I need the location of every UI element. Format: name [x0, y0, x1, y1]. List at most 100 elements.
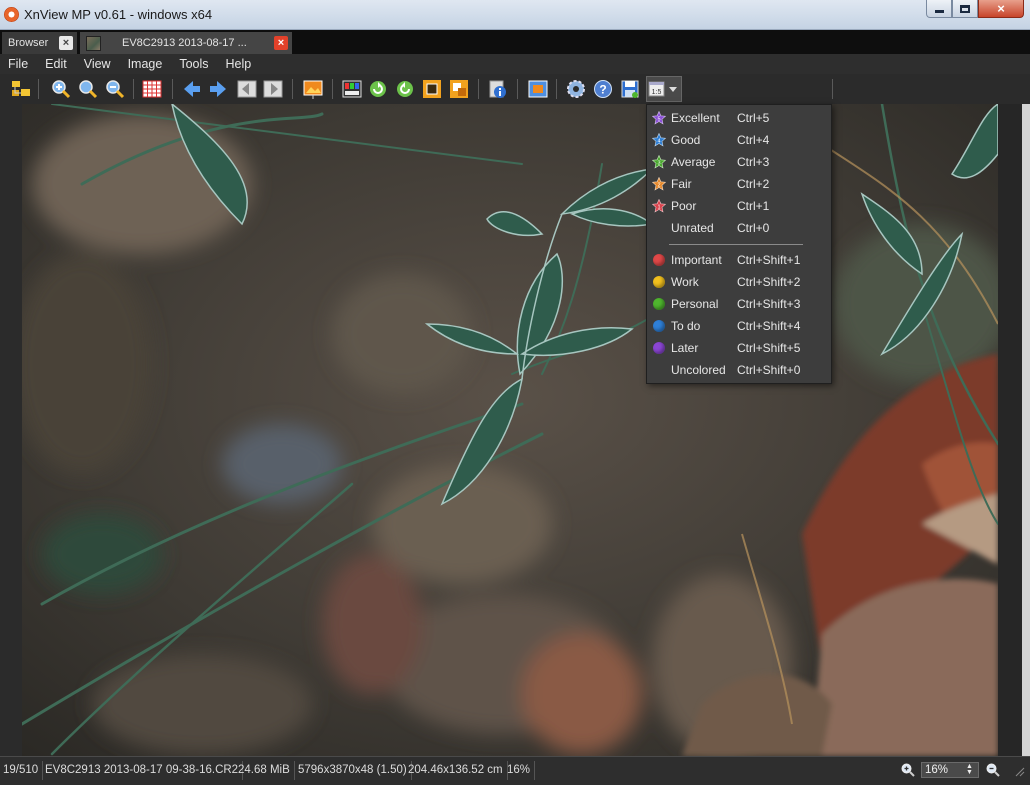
- status-filesize: 24.68 MiB: [238, 761, 295, 780]
- menu-item-todo[interactable]: To do Ctrl+Shift+4: [647, 315, 831, 337]
- tab-image[interactable]: EV8C2913 2013-08-17 ... ×: [80, 32, 292, 54]
- save-icon[interactable]: [619, 78, 641, 100]
- slideshow-icon[interactable]: [302, 78, 324, 100]
- toolbar-separator: [517, 79, 518, 99]
- adjust-icon[interactable]: [341, 78, 363, 100]
- menu-item-shortcut: Ctrl+Shift+1: [737, 253, 801, 267]
- menu-image[interactable]: Image: [128, 57, 163, 71]
- menu-item-later[interactable]: Later Ctrl+Shift+5: [647, 337, 831, 359]
- zoom-out-icon[interactable]: [985, 762, 1001, 778]
- zoom-select-value: 16%: [925, 764, 949, 776]
- menu-item-good[interactable]: 4 Good Ctrl+4: [647, 129, 831, 151]
- menu-item-shortcut: Ctrl+4: [737, 133, 770, 147]
- red-dot-icon: [652, 253, 666, 267]
- zoom-out-icon[interactable]: [104, 78, 126, 100]
- menu-file[interactable]: File: [8, 57, 28, 71]
- star-icon: 3: [652, 155, 666, 169]
- previous-icon[interactable]: [181, 78, 203, 100]
- settings-icon[interactable]: [565, 78, 587, 100]
- menu-item-shortcut: Ctrl+Shift+2: [737, 275, 801, 289]
- menu-item-label: Excellent: [671, 111, 720, 125]
- toolbar-separator: [332, 79, 333, 99]
- green-dot-icon: [652, 297, 666, 311]
- zoom-in-icon[interactable]: [50, 78, 72, 100]
- photo-leaves: [22, 104, 998, 756]
- menu-item-shortcut: Ctrl+2: [737, 177, 770, 191]
- menu-item-label: Poor: [671, 199, 697, 213]
- svg-text:5: 5: [657, 116, 660, 122]
- svg-text:4: 4: [657, 138, 660, 144]
- tab-label: EV8C2913 2013-08-17 ...: [122, 37, 247, 49]
- zoom-fit-icon[interactable]: [77, 78, 99, 100]
- menu-item-label: Average: [671, 155, 716, 169]
- zoom-select[interactable]: 16% ▲ ▼: [921, 762, 979, 778]
- menu-item-shortcut: Ctrl+Shift+5: [737, 341, 801, 355]
- toolbar-separator: [832, 79, 833, 99]
- menu-edit[interactable]: Edit: [45, 57, 67, 71]
- menu-item-unrated[interactable]: Unrated Ctrl+0: [647, 217, 831, 239]
- dropdown-arrow-icon[interactable]: [666, 78, 680, 100]
- image-view[interactable]: [22, 104, 998, 756]
- status-zoom: 16%: [507, 761, 536, 780]
- menu-tools[interactable]: Tools: [179, 57, 208, 71]
- vertical-scrollbar[interactable]: [1022, 104, 1030, 756]
- toolbar-separator: [556, 79, 557, 99]
- menu-item-important[interactable]: Important Ctrl+Shift+1: [647, 249, 831, 271]
- menu-item-label: Important: [671, 253, 722, 267]
- grid-icon[interactable]: [141, 78, 163, 100]
- info-icon[interactable]: [486, 78, 508, 100]
- menu-item-poor[interactable]: 1 Poor Ctrl+1: [647, 195, 831, 217]
- menu-item-label: Fair: [671, 177, 692, 191]
- zoom-in-icon[interactable]: [900, 762, 916, 778]
- status-dimensions: 5796x3870x48 (1.50): [298, 761, 412, 780]
- window-title: XnView MP v0.61 - windows x64: [24, 7, 213, 22]
- menu-item-shortcut: Ctrl+1: [737, 199, 770, 213]
- menu-bar: File Edit View Image Tools Help: [0, 54, 1030, 74]
- first-icon[interactable]: [236, 78, 258, 100]
- menu-item-label: Personal: [671, 297, 719, 311]
- svg-text:3: 3: [657, 160, 660, 166]
- resize-grip-icon[interactable]: [1010, 762, 1026, 778]
- spinner-arrows-icon: ▲ ▼: [966, 763, 973, 776]
- menu-view[interactable]: View: [84, 57, 111, 71]
- toolbar-separator: [133, 79, 134, 99]
- minimize-button[interactable]: [926, 0, 952, 18]
- menu-item-label: Later: [671, 341, 699, 355]
- status-print-size: 204.46x136.52 cm: [408, 761, 508, 780]
- star-icon: 4: [652, 133, 666, 147]
- close-window-button[interactable]: ×: [978, 0, 1024, 18]
- menu-item-excellent[interactable]: 5 Excellent Ctrl+5: [647, 107, 831, 129]
- toolbar-separator: [172, 79, 173, 99]
- menu-item-average[interactable]: 3 Average Ctrl+3: [647, 151, 831, 173]
- menu-separator: [669, 244, 803, 245]
- last-icon[interactable]: [262, 78, 284, 100]
- tab-browser[interactable]: Browser ×: [2, 32, 77, 54]
- resize-icon[interactable]: [448, 78, 470, 100]
- help-icon[interactable]: ?: [592, 78, 614, 100]
- fullscreen-icon[interactable]: [527, 78, 549, 100]
- menu-item-personal[interactable]: Personal Ctrl+Shift+3: [647, 293, 831, 315]
- toolbar-separator: [478, 79, 479, 99]
- menu-item-fair[interactable]: 2 Fair Ctrl+2: [647, 173, 831, 195]
- blue-dot-icon: [652, 319, 666, 333]
- maximize-button[interactable]: [952, 0, 978, 18]
- next-icon[interactable]: [207, 78, 229, 100]
- svg-text:2: 2: [657, 182, 660, 188]
- menu-item-work[interactable]: Work Ctrl+Shift+2: [647, 271, 831, 293]
- crop-icon[interactable]: [421, 78, 443, 100]
- rotate-left-icon[interactable]: [367, 78, 389, 100]
- rotate-right-icon[interactable]: [394, 78, 416, 100]
- menu-item-shortcut: Ctrl+5: [737, 111, 770, 125]
- menu-item-uncolored[interactable]: Uncolored Ctrl+Shift+0: [647, 359, 831, 381]
- tab-close-button[interactable]: ×: [59, 36, 73, 50]
- browser-icon[interactable]: [10, 78, 32, 100]
- viewer-gutter: [998, 104, 1022, 756]
- menu-help[interactable]: Help: [226, 57, 252, 71]
- title-bar: XnView MP v0.61 - windows x64 ×: [0, 0, 1030, 30]
- star-icon: 2: [652, 177, 666, 191]
- app-logo-icon: [4, 7, 19, 22]
- menu-item-label: Good: [671, 133, 701, 147]
- svg-text:?: ?: [599, 83, 606, 97]
- tab-close-button[interactable]: ×: [274, 36, 288, 50]
- menu-item-label: Uncolored: [671, 363, 726, 377]
